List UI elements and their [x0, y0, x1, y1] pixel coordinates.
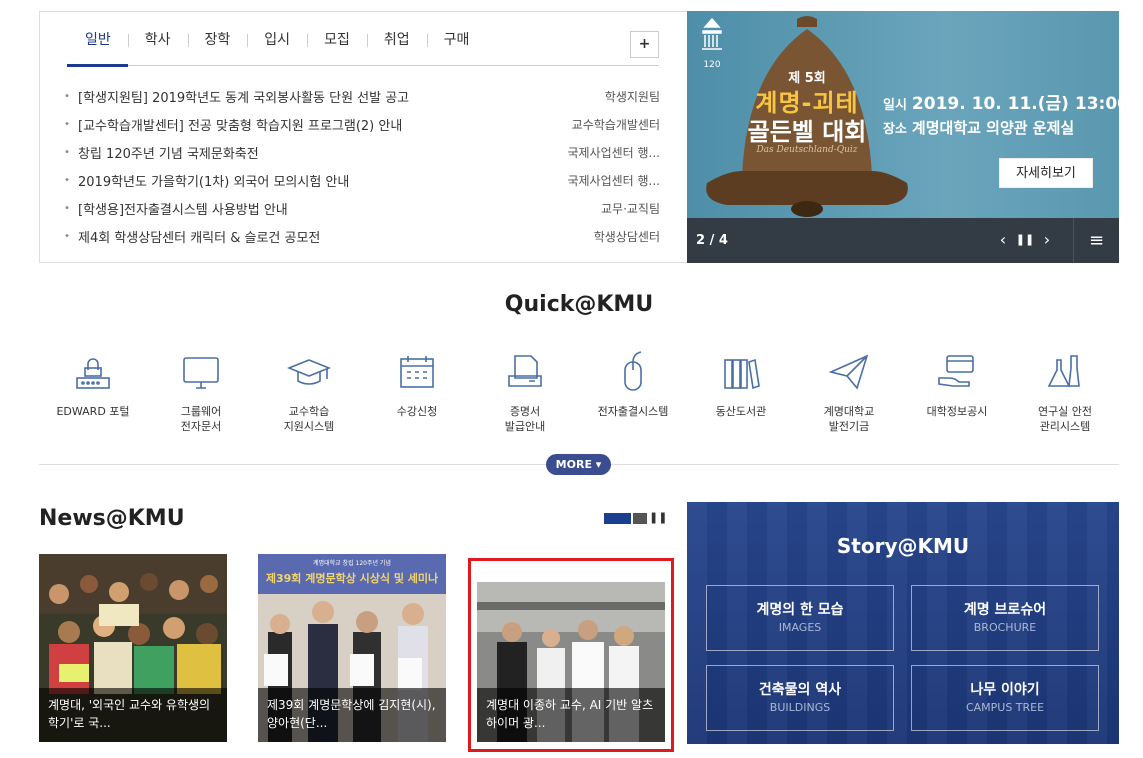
tab-purchase[interactable]: 구매 — [426, 26, 487, 66]
bullet-icon: • — [64, 146, 70, 158]
tab-general[interactable]: 일반 — [67, 26, 128, 67]
news-page-indicator[interactable] — [604, 512, 631, 524]
news-photo-banner: 제39회 계명문학상 시상식 및 세미나 — [265, 572, 439, 585]
books-icon — [724, 358, 760, 390]
news-caption[interactable]: 제39회 계명문학상에 김지현(시), 양아현(단... — [258, 688, 446, 742]
quick-label: 연구실 안전 관리시스템 — [1037, 405, 1093, 433]
story-title: Story@KMU — [836, 534, 970, 558]
printer-icon — [508, 355, 542, 387]
bullet-icon: • — [64, 230, 70, 242]
notice-dept: 교수학습개발센터 — [571, 117, 660, 132]
notice-title[interactable]: 창립 120주년 기념 국제문화축전 — [78, 143, 520, 162]
notice-dept: 학생지원팀 — [604, 89, 660, 104]
news-caption[interactable]: 계명대, '외국인 교수와 유학생의 학기'로 국... — [39, 688, 227, 742]
flask-icon — [1047, 355, 1080, 387]
quick-link-library[interactable]: 동산도서관 — [687, 350, 795, 434]
graduation-cap-icon — [287, 359, 331, 385]
notice-panel: 일반 학사 장학 입시 모집 취업 구매 + • [학생지원팀] 2019학년도 … — [39, 11, 687, 263]
notice-dept: 국제사업센터 행... — [567, 145, 660, 160]
story-link-buildings[interactable]: 건축물의 역사 BUILDINGS — [706, 665, 894, 731]
banner-subtitle: Das Deutschland-Quiz — [756, 145, 858, 155]
hand-card-icon — [938, 355, 974, 387]
story-link-campus-tree[interactable]: 나무 이야기 CAMPUS TREE — [911, 665, 1099, 731]
story-link-brochure[interactable]: 계명 브로슈어 BROCHURE — [911, 585, 1099, 651]
menu-icon[interactable]: ≡ — [1073, 218, 1119, 263]
quick-link-lab-safety[interactable]: 연구실 안전 관리시스템 — [1011, 350, 1119, 434]
story-link-images[interactable]: 계명의 한 모습 IMAGES — [706, 585, 894, 651]
lock-icon — [76, 358, 110, 389]
banner-place: 장소 계명대학교 의양관 운제실 — [883, 119, 1075, 137]
tab-scholarship[interactable]: 장학 — [187, 26, 248, 66]
pause-icon[interactable]: ❚❚ — [649, 511, 667, 525]
news-title: News@KMU — [39, 506, 185, 531]
selection-highlight — [468, 558, 674, 752]
event-banner[interactable]: 120 제 5회 계명-괴테 골든벨 대회 Das Deutschland-Qu… — [687, 11, 1119, 263]
notice-dept: 국제사업센터 행... — [567, 173, 660, 188]
list-item[interactable]: • 창립 120주년 기념 국제문화축전 국제사업센터 행... — [64, 138, 660, 166]
quick-links: EDWARD 포털 그룹웨어 전자문서 교수학습 지원시스템 수강신청 증명서 … — [39, 350, 1119, 434]
news-controls: ❚❚ — [604, 511, 667, 525]
prev-icon[interactable]: ‹ — [993, 228, 1013, 252]
paper-plane-icon — [828, 354, 869, 390]
notice-list: • [학생지원팀] 2019학년도 동계 국외봉사활동 단원 선발 공고 학생지원팀… — [64, 82, 660, 250]
banner-controls: 2 / 4 ‹ ❚❚ › ≡ — [687, 218, 1119, 263]
quick-link-disclosure[interactable]: 대학정보공시 — [903, 350, 1011, 434]
bullet-icon: • — [64, 90, 70, 102]
quick-label: 증명서 발급안내 — [504, 405, 546, 433]
detail-button[interactable]: 자세히보기 — [999, 158, 1093, 188]
quick-title: Quick@KMU — [504, 292, 654, 317]
tab-admission[interactable]: 입시 — [247, 26, 307, 66]
quick-label: 전자출결시스템 — [597, 405, 669, 418]
quick-link-fund[interactable]: 계명대학교 발전기금 — [795, 350, 903, 434]
list-item[interactable]: • [학생지원팀] 2019학년도 동계 국외봉사활동 단원 선발 공고 학생지원팀 — [64, 82, 660, 110]
tab-recruit[interactable]: 모집 — [307, 26, 367, 66]
pause-icon[interactable]: ❚❚ — [1015, 228, 1035, 252]
quick-link-edward[interactable]: EDWARD 포털 — [39, 350, 147, 434]
story-panel: Story@KMU 계명의 한 모습 IMAGES 계명 브로슈어 BROCHURE… — [687, 502, 1119, 744]
notice-title[interactable]: 제4회 학생상담센터 캐릭터 & 슬로건 공모전 — [78, 227, 520, 246]
quick-label: 대학정보공시 — [926, 405, 988, 418]
notice-title[interactable]: 2019학년도 가을학기(1차) 외국어 모의시험 안내 — [78, 171, 520, 190]
bullet-icon: • — [64, 202, 70, 214]
notice-tabs: 일반 학사 장학 입시 모집 취업 구매 — [67, 26, 659, 67]
tab-academic[interactable]: 학사 — [127, 26, 188, 66]
tab-employment[interactable]: 취업 — [366, 26, 427, 66]
notice-dept: 학생상담센터 — [593, 229, 660, 244]
quick-more-button[interactable]: MORE ▾ — [546, 454, 611, 475]
list-item[interactable]: • 2019학년도 가을학기(1차) 외국어 모의시험 안내 국제사업센터 행... — [64, 166, 660, 194]
notice-title[interactable]: [학생용]전자출결시스템 사용방법 안내 — [78, 199, 520, 218]
notice-dept: 교무·교직팀 — [600, 201, 660, 216]
notice-title[interactable]: [학생지원팀] 2019학년도 동계 국외봉사활동 단원 선발 공고 — [78, 87, 520, 106]
quick-link-teaching[interactable]: 교수학습 지원시스템 — [255, 350, 363, 434]
news-card[interactable]: 계명대, '외국인 교수와 유학생의 학기'로 국... — [39, 554, 227, 742]
quick-label: EDWARD 포털 — [56, 405, 130, 418]
quick-label: 동산도서관 — [715, 405, 767, 418]
list-item[interactable]: • 제4회 학생상담센터 캐릭터 & 슬로건 공모전 학생상담센터 — [64, 222, 660, 250]
next-icon[interactable]: › — [1037, 228, 1057, 252]
slide-counter: 2 / 4 — [696, 233, 728, 248]
list-item[interactable]: • [학생용]전자출결시스템 사용방법 안내 교무·교직팀 — [64, 194, 660, 222]
news-page-indicator[interactable] — [633, 512, 647, 524]
monitor-icon — [183, 357, 219, 389]
quick-label: 계명대학교 발전기금 — [823, 405, 875, 433]
news-card[interactable]: 계명대학교 창립 120주년 기념 제39회 계명문학상 시상식 및 세미나 제… — [258, 554, 446, 742]
notice-more-button[interactable]: + — [630, 31, 659, 58]
quick-label: 그룹웨어 전자문서 — [180, 405, 222, 433]
quick-link-groupware[interactable]: 그룹웨어 전자문서 — [147, 350, 255, 434]
bullet-icon: • — [64, 174, 70, 186]
list-item[interactable]: • [교수학습개발센터] 전공 맞춤형 학습지원 프로그램(2) 안내 교수학습개발… — [64, 110, 660, 138]
quick-link-certificate[interactable]: 증명서 발급안내 — [471, 350, 579, 434]
mouse-icon — [624, 351, 642, 391]
bullet-icon: • — [64, 118, 70, 130]
quick-label: 교수학습 지원시스템 — [283, 405, 335, 433]
news-photo-banner-top: 계명대학교 창립 120주년 기념 — [313, 560, 391, 567]
quick-link-attendance[interactable]: 전자출결시스템 — [579, 350, 687, 434]
quick-link-registration[interactable]: 수강신청 — [363, 350, 471, 434]
notice-title[interactable]: [교수학습개발센터] 전공 맞춤형 학습지원 프로그램(2) 안내 — [78, 115, 520, 134]
quick-label: 수강신청 — [396, 405, 438, 418]
calendar-icon — [400, 356, 434, 388]
banner-date: 일시 2019. 10. 11.(금) 13:00 — [883, 94, 1119, 114]
